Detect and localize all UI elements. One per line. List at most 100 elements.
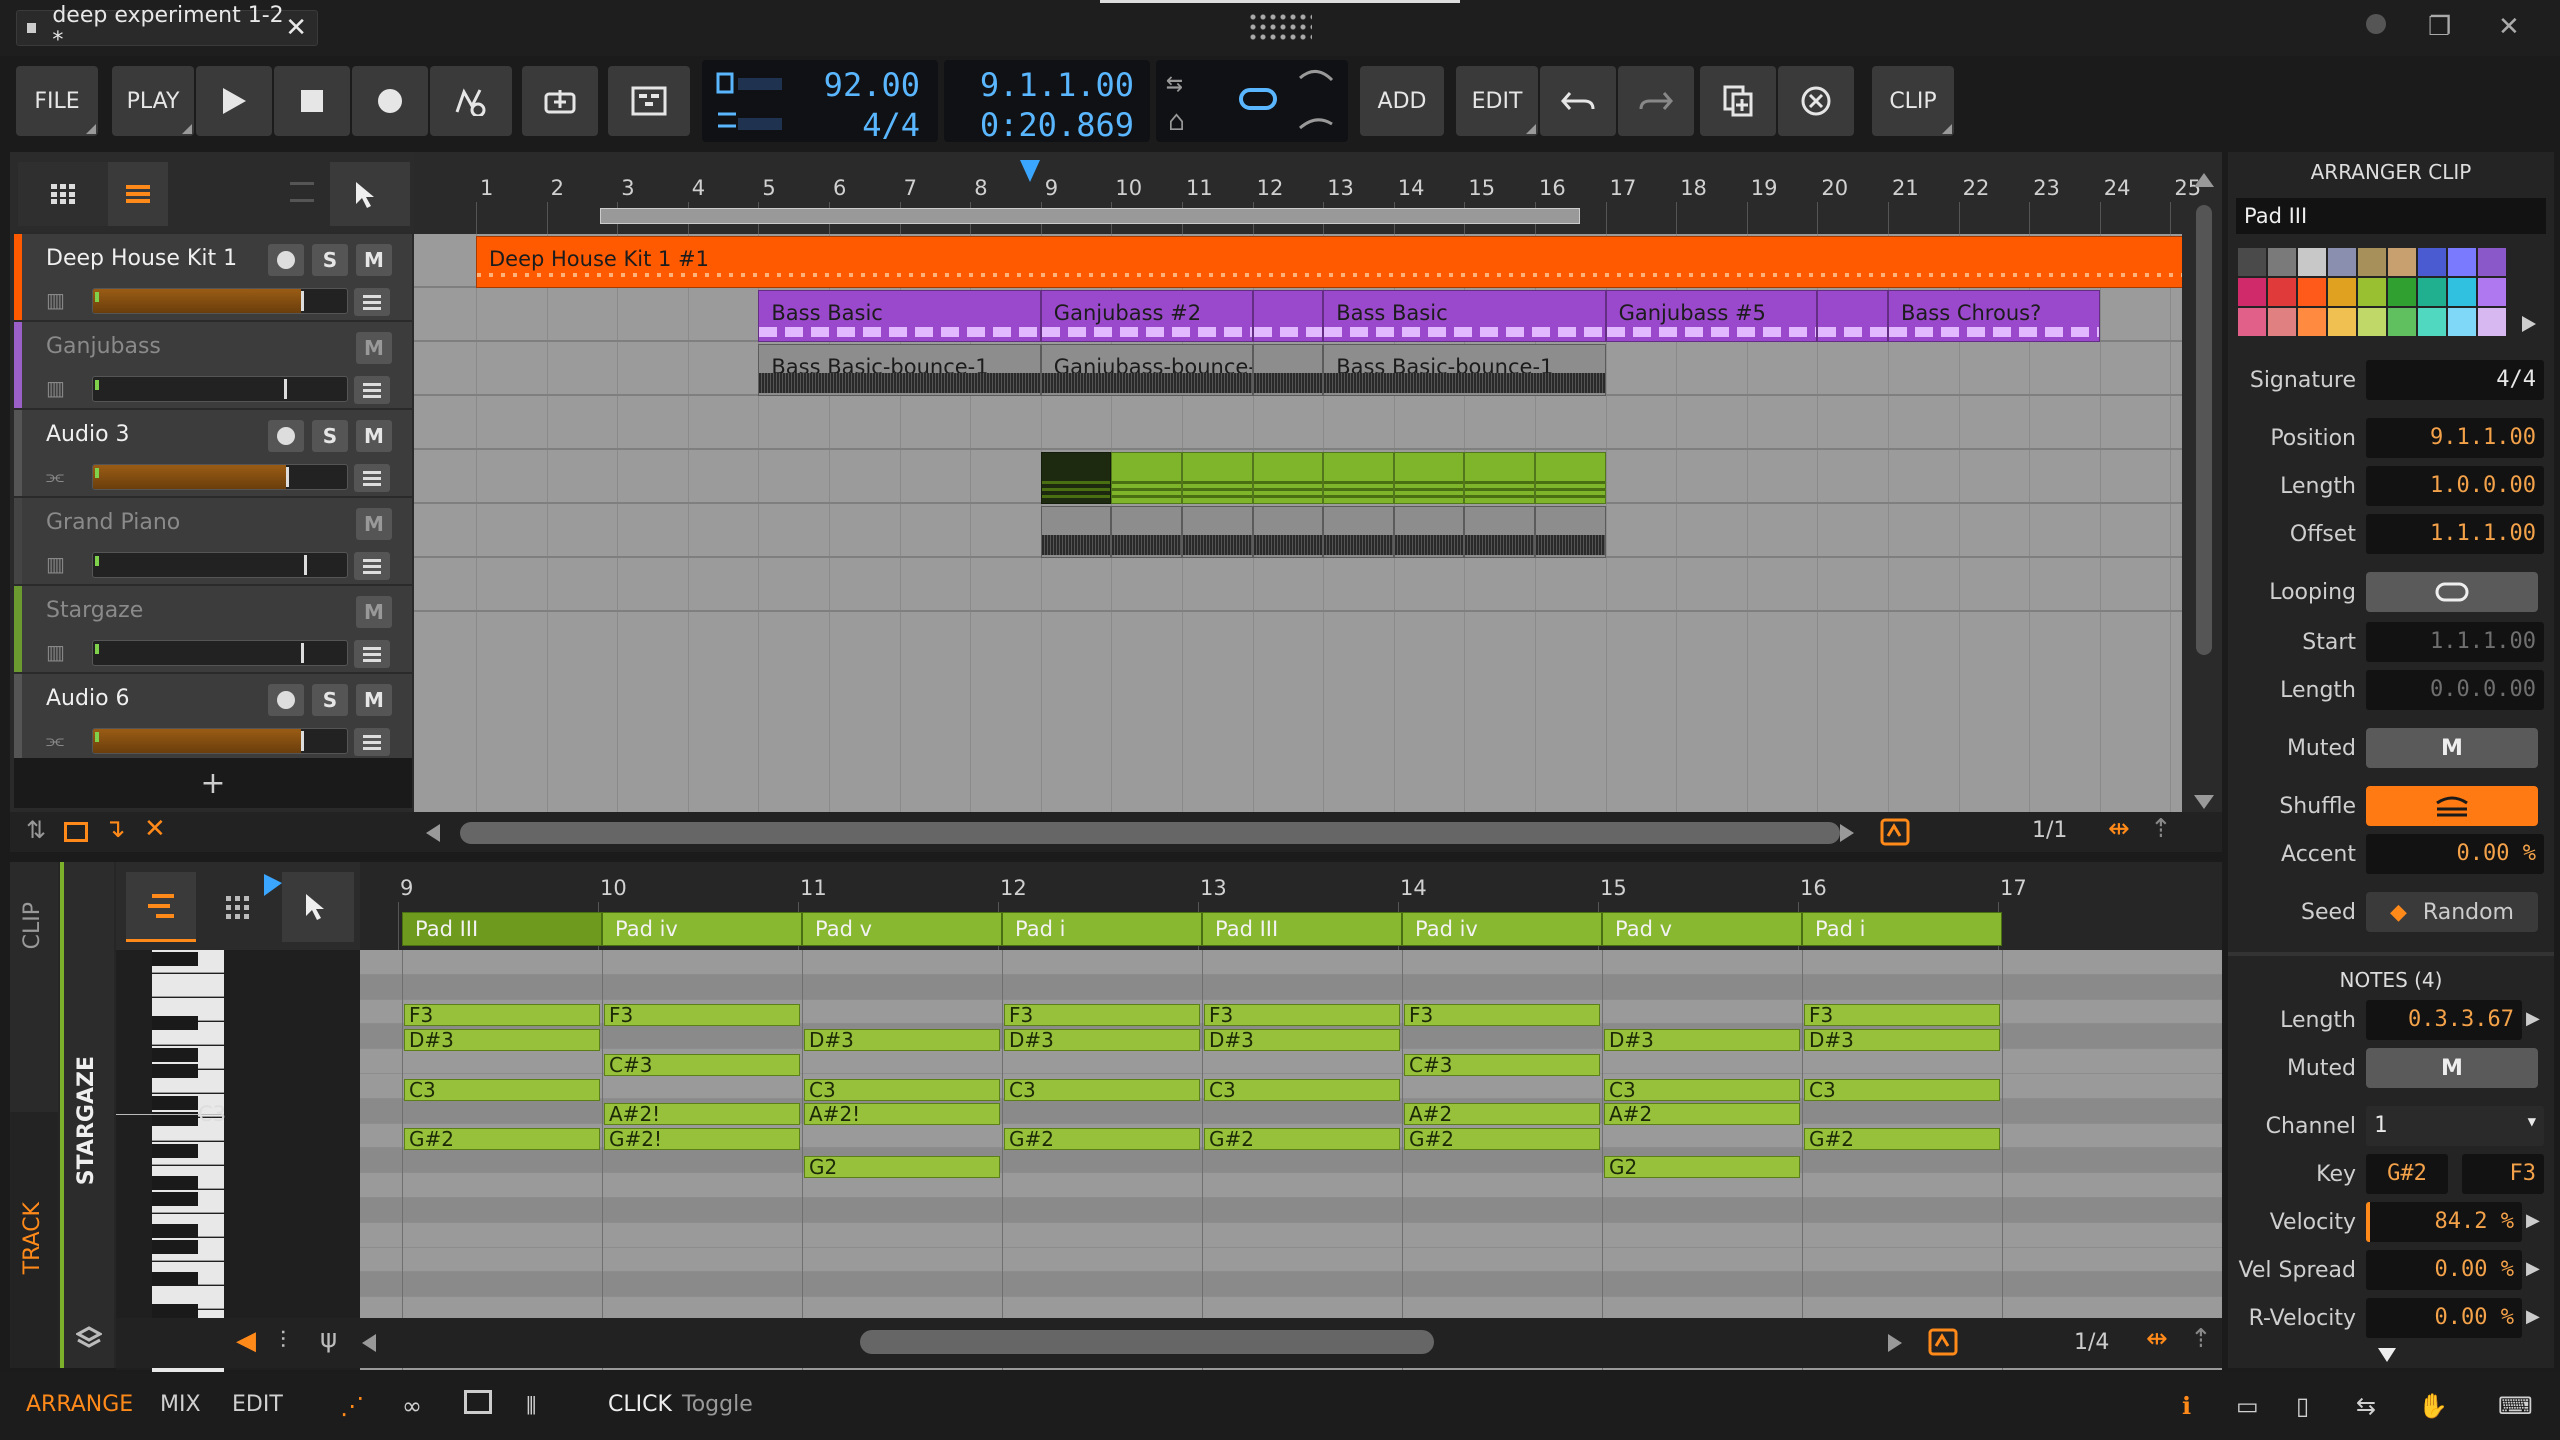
black-key[interactable] — [152, 1192, 198, 1206]
midi-note[interactable]: D#3 — [804, 1029, 1000, 1052]
note-clip[interactable] — [1393, 452, 1465, 504]
note-clip[interactable] — [1040, 452, 1112, 504]
editor-clip-header[interactable]: Pad i — [1802, 912, 2002, 946]
note-clip[interactable] — [1464, 452, 1535, 504]
midi-note[interactable]: F3 — [1804, 1004, 2000, 1027]
delete-button[interactable] — [1778, 66, 1854, 136]
zoom-fit-icon[interactable]: ⇹ — [2108, 814, 2130, 844]
arrange-view-tab[interactable]: ARRANGE — [26, 1392, 133, 1417]
midi-note[interactable]: F3 — [404, 1004, 600, 1027]
midi-note[interactable]: C#3 — [604, 1053, 800, 1076]
palette-swatch[interactable] — [2418, 278, 2446, 306]
volume-meter[interactable] — [92, 376, 348, 402]
black-key[interactable] — [152, 1272, 198, 1286]
editor-clip-header[interactable]: Pad v — [802, 912, 1002, 946]
editor-clip-header[interactable]: Pad iv — [602, 912, 802, 946]
editor-playhead-marker[interactable] — [264, 874, 282, 896]
note-clip[interactable]: Bass Basic — [758, 290, 1041, 342]
note-clip[interactable] — [1182, 452, 1253, 504]
audio-clip[interactable]: Bass Basic-bounce-1 — [758, 344, 1041, 396]
scroll-left-icon[interactable] — [426, 824, 440, 842]
swap-icon[interactable]: ⇅ — [26, 816, 46, 844]
punch-icon[interactable]: ⇆ — [1166, 66, 1183, 99]
file-menu-button[interactable]: FILE — [16, 66, 98, 136]
palette-swatch[interactable] — [2268, 308, 2296, 336]
palette-swatch[interactable] — [2478, 248, 2506, 276]
black-key[interactable] — [152, 1176, 198, 1190]
note-clip[interactable]: Bass Chrous? — [1888, 290, 2100, 342]
white-key[interactable] — [152, 974, 224, 997]
track-height-icon[interactable] — [290, 182, 314, 202]
metronome-button[interactable] — [522, 66, 598, 136]
midi-note[interactable]: G2 — [1604, 1155, 1800, 1178]
seed-button[interactable]: ◆ Random — [2366, 892, 2538, 932]
audio-clip[interactable] — [1040, 506, 1112, 558]
note-clip[interactable] — [1817, 290, 1888, 342]
black-key[interactable] — [152, 1240, 198, 1254]
mute-button[interactable]: M — [356, 684, 392, 716]
midi-note[interactable]: D#3 — [1204, 1029, 1400, 1052]
beat-position-value[interactable]: 9.1.1.00 — [980, 66, 1134, 104]
mixer-icon[interactable]: ⫶ — [280, 1326, 286, 1354]
add-menu-button[interactable]: ADD — [1360, 66, 1444, 136]
midi-note[interactable]: D#3 — [404, 1029, 600, 1052]
looping-toggle[interactable] — [2366, 572, 2538, 612]
scroll-right-icon[interactable] — [1840, 824, 1854, 842]
tempo-value[interactable]: 92.00 — [824, 66, 920, 104]
r-velocity-field[interactable]: 0.00 % — [2366, 1298, 2522, 1338]
midi-note[interactable]: G#2 — [404, 1128, 600, 1151]
restore-icon[interactable]: ❐ — [2428, 12, 2451, 42]
inspector-toggle-icon[interactable]: ⇆ — [2356, 1392, 2376, 1420]
track-tab[interactable]: TRACK — [10, 1112, 58, 1368]
editor-clip-header[interactable]: Pad iv — [1402, 912, 1602, 946]
track-menu-button[interactable] — [354, 376, 390, 404]
note-clip[interactable]: Deep House Kit 1 #1 — [476, 236, 2182, 288]
note-clip[interactable] — [1252, 452, 1324, 504]
mute-button[interactable]: M — [356, 244, 392, 276]
mute-button[interactable]: M — [356, 420, 392, 452]
midi-note[interactable]: A#2 — [1604, 1103, 1800, 1126]
redo-button[interactable] — [1618, 66, 1694, 136]
zoom-full-icon[interactable]: ⇡ — [2190, 1324, 2212, 1354]
palette-swatch[interactable] — [2358, 308, 2386, 336]
editor-ruler[interactable]: 9 10 11 12 13 14 15 16 17 Pad III Pad iv Pad v Pad i… — [360, 862, 2222, 950]
note-clip[interactable]: Ganjubass #5 — [1605, 290, 1818, 342]
vscroll-thumb[interactable] — [2196, 205, 2212, 655]
record-arm-button[interactable] — [268, 420, 304, 452]
note-clip[interactable] — [1252, 290, 1324, 342]
panel-icon[interactable] — [464, 1390, 492, 1414]
layers-icon[interactable] — [76, 1326, 102, 1350]
palette-swatch[interactable] — [2418, 248, 2446, 276]
note-clip[interactable] — [1111, 452, 1182, 504]
audio-clip[interactable] — [1252, 506, 1324, 558]
tempo-display[interactable]: 92.00 4/4 — [702, 60, 938, 144]
add-track-button[interactable]: + — [14, 758, 412, 808]
pointer-tool-button[interactable] — [330, 162, 410, 226]
palette-swatch[interactable] — [2238, 248, 2266, 276]
palette-swatch[interactable] — [2448, 278, 2476, 306]
palette-swatch[interactable] — [2268, 278, 2296, 306]
note-clip[interactable]: Ganjubass #2 — [1040, 290, 1253, 342]
editor-clip-header[interactable]: Pad III — [402, 912, 602, 946]
editor-clip-header[interactable]: Pad i — [1002, 912, 1202, 946]
midi-note[interactable]: A#2! — [804, 1103, 1000, 1126]
mute-button[interactable]: M — [356, 332, 392, 364]
midi-note[interactable]: G#2 — [1004, 1128, 1200, 1151]
position-display[interactable]: 9.1.1.00 0:20.869 — [944, 60, 1150, 144]
midi-note[interactable]: G#2 — [1404, 1128, 1600, 1151]
piano-keyboard[interactable] — [116, 950, 360, 1381]
scroll-right-icon[interactable] — [1888, 1334, 1902, 1352]
shuffle-toggle[interactable] — [2366, 786, 2538, 826]
arranger-zoom-value[interactable]: 1/1 — [2032, 818, 2067, 843]
midi-note[interactable]: G2 — [804, 1155, 1000, 1178]
offset-field[interactable]: 1.1.1.00 — [2366, 514, 2544, 554]
midi-note[interactable]: G#2! — [604, 1128, 800, 1151]
time-position-value[interactable]: 0:20.869 — [980, 106, 1134, 144]
midi-note[interactable]: C3 — [1004, 1078, 1200, 1101]
mute-button[interactable]: M — [356, 596, 392, 628]
grid-view-button[interactable] — [18, 162, 108, 226]
drum-grid-button[interactable] — [208, 872, 268, 942]
note-length-arrow-icon[interactable]: ▶ — [2526, 1008, 2540, 1029]
palette-swatch[interactable] — [2448, 248, 2476, 276]
note-clip[interactable] — [1535, 452, 1606, 504]
